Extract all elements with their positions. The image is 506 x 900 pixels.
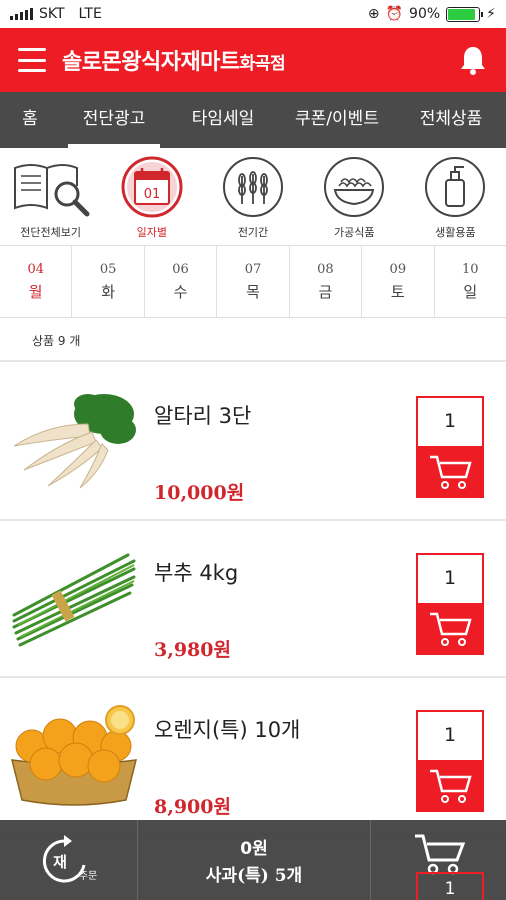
date-weekday: 일 (463, 282, 478, 301)
battery-percent: 90% (409, 6, 441, 22)
date-tab-06[interactable]: 06 수 (145, 246, 218, 317)
orange-basket-image (11, 705, 137, 806)
nav-tab-all-products[interactable]: 전체상품 (396, 92, 506, 148)
flyer-search-icon (13, 164, 90, 217)
quantity-input[interactable]: 1 (418, 555, 482, 603)
svg-text:주문: 주문 (78, 870, 96, 882)
product-name: 부추 4kg (154, 561, 239, 585)
date-day: 05 (99, 261, 117, 277)
divider (0, 360, 506, 362)
chives-image (12, 553, 136, 647)
network-label: LTE (78, 6, 102, 22)
quantity-input[interactable]: 1 (418, 712, 482, 760)
status-bar: SKT LTE ⊕ ⏰ 90% ⚡ (0, 0, 506, 28)
store-name: 솔로몬왕식자재마트 (62, 50, 240, 75)
date-weekday: 토 (390, 282, 405, 301)
date-tab-05[interactable]: 05 화 (72, 246, 145, 317)
product-name: 알타리 3단 (154, 404, 252, 428)
calendar-badge: 01 (144, 187, 161, 202)
cart-total[interactable]: 0원 사과(특) 5개 (138, 820, 371, 900)
cart-total-amount: 0원 (240, 839, 268, 859)
product-item[interactable]: 알타리 3단 10,000원 1 (0, 364, 506, 521)
product-price: 3,980원 (154, 639, 231, 661)
add-to-cart-button[interactable] (418, 760, 482, 812)
category-label: 가공식품 (333, 226, 375, 239)
cart-icon (430, 455, 472, 489)
cart-icon (430, 612, 472, 646)
date-weekday: 수 (173, 282, 188, 301)
nav-tab-flyer[interactable]: 전단광고 (60, 92, 168, 148)
quantity-control: 1 (416, 553, 484, 655)
quantity-control: 1 (416, 396, 484, 498)
cart-icon (414, 834, 465, 875)
store-title: 솔로몬왕식자재마트화곡점 (62, 44, 458, 76)
category-household[interactable]: 생활용품 (405, 148, 506, 245)
app-header: 솔로몬왕식자재마트화곡점 (0, 28, 506, 92)
category-row: 전단전체보기 01 일자별 전기간 가공식품 생활용품 (0, 148, 506, 246)
svg-text:재: 재 (53, 853, 67, 871)
radish-image (13, 394, 136, 489)
store-branch: 화곡점 (239, 54, 286, 74)
quantity-input[interactable]: 1 (418, 398, 482, 446)
product-item[interactable]: 오렌지(특) 10개 8,900원 1 (0, 678, 506, 835)
add-to-cart-button[interactable] (418, 446, 482, 498)
nav-tab-timesale[interactable]: 타임세일 (168, 92, 278, 148)
category-label: 전단전체보기 (20, 226, 81, 239)
add-to-cart-button[interactable] (418, 603, 482, 655)
category-all-flyer[interactable]: 전단전체보기 (0, 148, 101, 245)
quantity-control: 1 (416, 710, 484, 812)
signal-icon (10, 8, 33, 20)
product-price: 10,000원 (154, 482, 245, 504)
product-price: 8,900원 (154, 796, 231, 818)
category-label: 일자별 (136, 226, 167, 239)
next-product-quantity[interactable]: 1 (416, 872, 484, 900)
date-tab-09[interactable]: 09 토 (362, 246, 435, 317)
reorder-icon: 재 주문 (42, 835, 97, 883)
category-by-date[interactable]: 01 일자별 (101, 148, 202, 245)
category-processed-food[interactable]: 가공식품 (304, 148, 405, 245)
alarm-icon: ⏰ (385, 6, 404, 22)
nav-tab-coupon-event[interactable]: 쿠폰/이벤트 (278, 92, 396, 148)
date-day: 09 (389, 261, 407, 277)
date-weekday: 월 (28, 282, 43, 301)
wheat-icon (223, 157, 283, 217)
product-name: 오렌지(특) 10개 (154, 718, 301, 742)
pump-bottle-icon (425, 157, 486, 217)
date-weekday: 화 (101, 282, 116, 301)
date-selector: 04 월 05 화 06 수 07 목 08 금 09 토 10 일 (0, 246, 506, 318)
bell-icon[interactable] (458, 44, 488, 76)
cart-icon (430, 769, 472, 803)
carrier-label: SKT (39, 6, 65, 22)
main-nav: 홈 전단광고 타임세일 쿠폰/이벤트 전체상품 (0, 92, 506, 148)
nav-tab-home[interactable]: 홈 (0, 92, 60, 148)
noodle-bowl-icon (324, 157, 385, 217)
charging-icon: ⚡ (486, 6, 496, 22)
next-product-name: 사과(특) 5개 (205, 866, 303, 886)
date-day: 07 (244, 261, 262, 277)
date-tab-07[interactable]: 07 목 (217, 246, 290, 317)
product-count: 상품 9 개 (32, 334, 81, 348)
date-weekday: 금 (318, 282, 333, 301)
date-tab-10[interactable]: 10 일 (435, 246, 506, 317)
hamburger-menu-icon[interactable] (18, 48, 46, 72)
battery-icon (446, 6, 484, 22)
category-label: 생활용품 (435, 226, 476, 239)
date-tab-04[interactable]: 04 월 (0, 246, 73, 317)
product-item[interactable]: 부추 4kg 3,980원 1 (0, 521, 506, 678)
category-label: 전기간 (237, 226, 269, 239)
reorder-button[interactable]: 재 주문 (0, 820, 138, 900)
date-weekday: 목 (246, 282, 260, 301)
calendar-icon: 01 (121, 156, 183, 218)
date-day: 06 (172, 261, 189, 277)
category-all-period[interactable]: 전기간 (202, 148, 303, 245)
lock-rotation-icon: ⊕ (367, 6, 380, 22)
date-tab-08[interactable]: 08 금 (290, 246, 363, 317)
date-day: 04 (27, 261, 44, 277)
date-day: 10 (461, 261, 479, 277)
date-day: 08 (317, 261, 334, 277)
